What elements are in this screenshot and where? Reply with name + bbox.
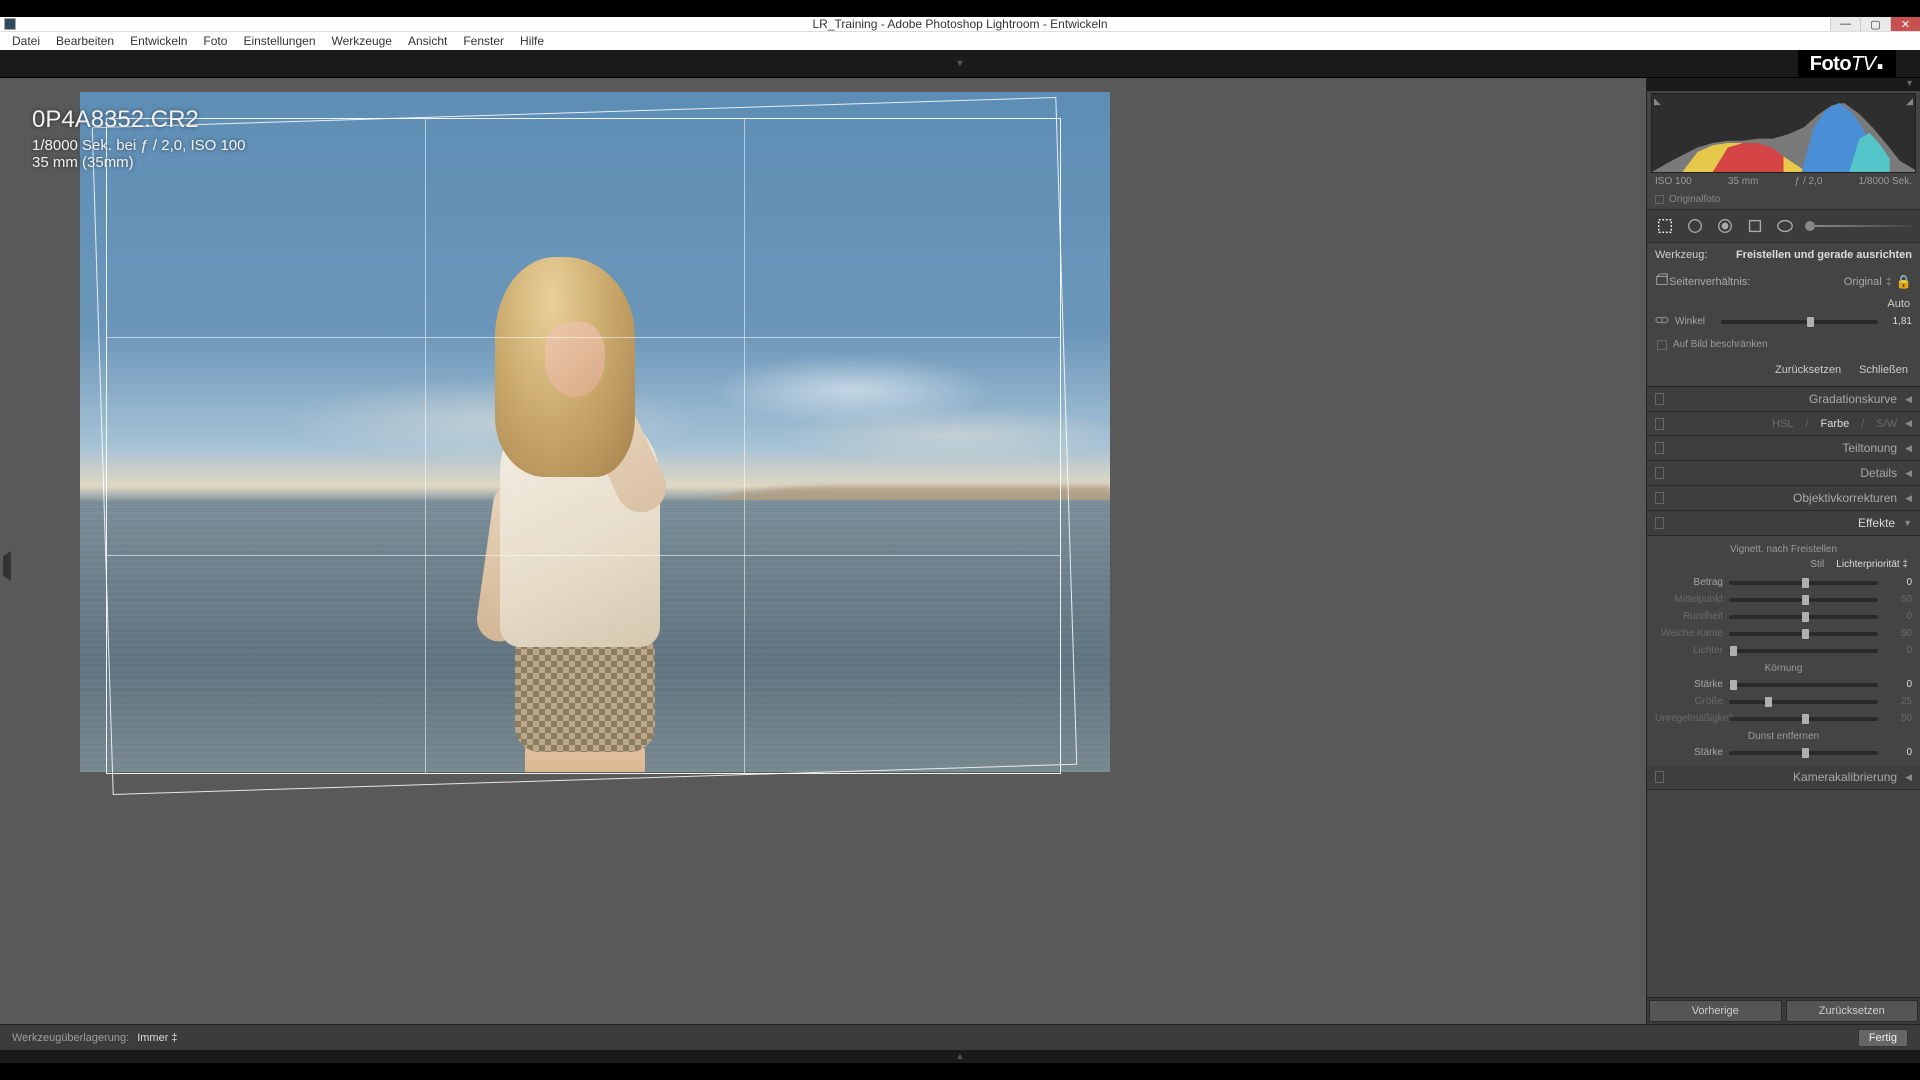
vignette-weiche: Weiche Kante50 [1647,625,1920,642]
histogram-meta: ISO 100 35 mm ƒ / 2,0 1/8000 Sek. [1647,173,1920,190]
left-panel-toggle[interactable] [2,551,11,581]
titlebar: LR_Training - Adobe Photoshop Lightroom … [0,17,1920,31]
dunst-subtitle: Dunst entfernen [1647,727,1920,744]
filmstrip-toggle[interactable]: ▲ [0,1050,1920,1063]
original-checkbox[interactable] [1655,195,1664,204]
histogram[interactable]: ◣◢ [1651,93,1916,173]
vignette-betrag[interactable]: Betrag0 [1647,574,1920,591]
window-controls: — ▢ ✕ [1830,17,1920,31]
done-button[interactable]: Fertig [1858,1029,1908,1047]
logo-tv: TV [1851,53,1876,76]
reset-all-button[interactable]: Zurücksetzen [1786,1000,1919,1022]
histo-focal: 35 mm [1728,176,1759,187]
canvas-area[interactable]: 0P4A8352.CR2 1/8000 Sek. bei ƒ / 2,0, IS… [0,78,1646,1024]
tool-name: Freistellen und gerade ausrichten [1736,249,1912,261]
vignette-subtitle: Vignett. nach Freistellen [1647,540,1920,557]
menu-foto[interactable]: Foto [195,34,235,48]
panel-objektiv[interactable]: Objektivkorrekturen◀ [1647,486,1920,511]
right-panel-toggle[interactable] [1647,78,1920,91]
minimize-button[interactable]: — [1830,17,1860,31]
angle-label: Winkel [1675,316,1715,327]
menu-werkzeuge[interactable]: Werkzeuge [324,34,400,48]
lock-icon[interactable]: 🔒 [1896,274,1912,290]
logo-foto: Foto [1810,53,1851,76]
right-panel: ◣◢ ISO 100 35 mm ƒ / 2,0 1/8000 Sek. Ori… [1646,78,1920,1024]
crop-reset-button[interactable]: Zurücksetzen [1775,364,1841,376]
panel-gradationskurve[interactable]: Gradationskurve◀ [1647,387,1920,412]
menu-bearbeiten[interactable]: Bearbeiten [48,34,122,48]
vignette-rundheit: Rundheit0 [1647,608,1920,625]
image-info-overlay: 0P4A8352.CR2 1/8000 Sek. bei ƒ / 2,0, IS… [32,106,245,171]
menu-einstellungen[interactable]: Einstellungen [235,34,323,48]
menu-entwickeln[interactable]: Entwickeln [122,34,195,48]
histo-aperture: ƒ / 2,0 [1795,176,1823,187]
constrain-row[interactable]: Auf Bild beschränken [1647,331,1920,358]
menu-ansicht[interactable]: Ansicht [400,34,455,48]
panel-hsl[interactable]: HSL/ Farbe/ S/W◀ [1647,412,1920,436]
panel-effekte[interactable]: Effekte▼ [1647,511,1920,536]
previous-button[interactable]: Vorherige [1649,1000,1782,1022]
angle-slider[interactable] [1721,320,1878,324]
shadow-clip-icon[interactable]: ◣ [1654,96,1661,107]
radial-tool-icon[interactable] [1775,216,1795,236]
original-toggle-row[interactable]: Originalfoto [1647,190,1920,210]
koernung-subtitle: Körnung [1647,659,1920,676]
grain-staerke[interactable]: Stärke0 [1647,676,1920,693]
level-icon[interactable] [1655,315,1669,328]
histo-shutter: 1/8000 Sek. [1859,176,1912,187]
aspect-label: Seitenverhältnis: [1669,276,1750,288]
menubar: Datei Bearbeiten Entwickeln Foto Einstel… [0,31,1920,50]
menu-hilfe[interactable]: Hilfe [512,34,552,48]
app-icon [4,18,16,30]
crop-grid[interactable] [106,118,1061,774]
histo-iso: ISO 100 [1655,176,1692,187]
photo-viewport[interactable] [80,92,1110,772]
vignette-stil-row[interactable]: Stil Lichterpriorität ‡ [1647,557,1920,574]
menu-fenster[interactable]: Fenster [455,34,512,48]
tool-name-row: Werkzeug: Freistellen und gerade ausrich… [1647,243,1920,267]
tool-label: Werkzeug: [1655,249,1707,261]
constrain-label: Auf Bild beschränken [1673,339,1768,350]
panel-teiltonung[interactable]: Teiltonung◀ [1647,436,1920,461]
aspect-ratio-row[interactable]: Seitenverhältnis: Original ‡ 🔒 [1647,267,1920,296]
fototv-logo: FotoTV. [1798,50,1896,78]
menu-datei[interactable]: Datei [4,34,48,48]
bottom-toolbar: Werkzeugüberlagerung: Immer ‡ Fertig [0,1024,1920,1050]
panel-details[interactable]: Details◀ [1647,461,1920,486]
crop-close-button[interactable]: Schließen [1859,364,1908,376]
aspect-icon[interactable] [1655,273,1669,290]
grain-groesse: Größe25 [1647,693,1920,710]
crop-tool-icon[interactable] [1655,216,1675,236]
spot-tool-icon[interactable] [1685,216,1705,236]
app-window: LR_Training - Adobe Photoshop Lightroom … [0,17,1920,1063]
tool-strip [1647,210,1920,243]
close-button[interactable]: ✕ [1890,17,1920,31]
auto-button[interactable]: Auto [1887,298,1910,310]
angle-value[interactable]: 1,81 [1884,316,1912,327]
grain-unregel: Unregelmäßigkeit50 [1647,710,1920,727]
image-filename: 0P4A8352.CR2 [32,106,245,134]
constrain-checkbox[interactable] [1657,340,1667,350]
highlight-clip-icon[interactable]: ◢ [1906,96,1913,107]
overlay-mode-label: Werkzeugüberlagerung: [12,1032,129,1044]
module-picker-bar[interactable]: ▼ FotoTV. [0,50,1920,78]
angle-row[interactable]: Winkel 1,81 [1647,312,1920,331]
image-focal: 35 mm (35mm) [32,154,245,171]
effekte-body: Vignett. nach Freistellen Stil Lichterpr… [1647,536,1920,765]
vignette-mittelpunkt: Mittelpunkt50 [1647,591,1920,608]
original-label: Originalfoto [1669,194,1720,205]
dunst-staerke[interactable]: Stärke0 [1647,744,1920,761]
panel-kamera[interactable]: Kamerakalibrierung◀ [1647,765,1920,790]
gradient-tool-icon[interactable] [1745,216,1765,236]
right-panel-bottom: Vorherige Zurücksetzen [1647,997,1920,1024]
vignette-lichter: Lichter0 [1647,642,1920,659]
window-title: LR_Training - Adobe Photoshop Lightroom … [812,17,1107,31]
brush-tool-icon[interactable] [1805,221,1912,231]
image-exposure: 1/8000 Sek. bei ƒ / 2,0, ISO 100 [32,137,245,154]
aspect-value[interactable]: Original [1844,276,1882,288]
overlay-mode-value[interactable]: Immer ‡ [137,1032,177,1044]
maximize-button[interactable]: ▢ [1860,17,1890,31]
redeye-tool-icon[interactable] [1715,216,1735,236]
crop-buttons-row: Zurücksetzen Schließen [1647,358,1920,387]
